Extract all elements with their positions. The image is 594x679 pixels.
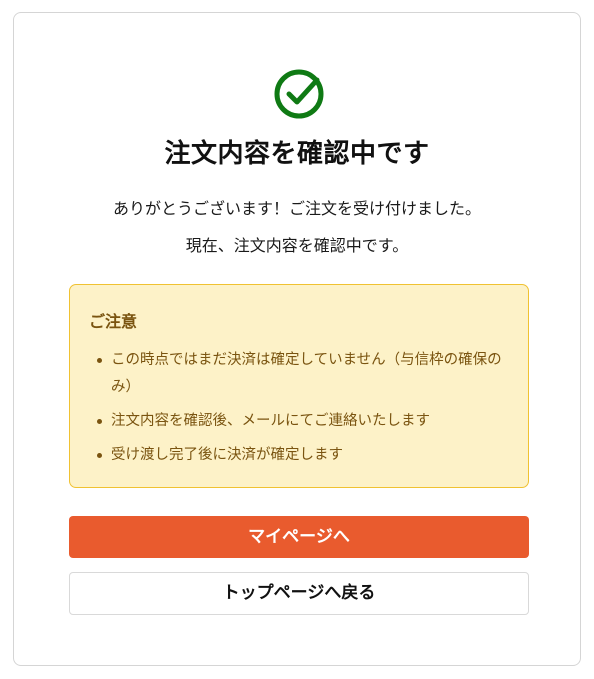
order-confirmation-card: 注文内容を確認中です ありがとうございます！ご注文を受け付けました。 現在、注文… <box>13 12 581 666</box>
notice-item: 受け渡し完了後に決済が確定します <box>70 442 528 469</box>
notice-item: 注文内容を確認後、メールにてご連絡いたします <box>70 408 528 435</box>
notice-item: この時点ではまだ決済は確定していません（与信枠の確保のみ） <box>70 347 528 401</box>
back-to-top-button[interactable]: トップページへ戻る <box>69 572 529 615</box>
status-message: 現在、注文内容を確認中です。 <box>185 236 409 255</box>
notice-box: ご注意 この時点ではまだ決済は確定していません（与信枠の確保のみ） 注文内容を確… <box>69 284 529 488</box>
page-title: 注文内容を確認中です <box>164 139 430 169</box>
notice-list: この時点ではまだ決済は確定していません（与信枠の確保のみ） 注文内容を確認後、メ… <box>70 347 528 476</box>
thank-you-message: ありがとうございます！ご注文を受け付けました。 <box>112 199 481 218</box>
check-circle-icon <box>273 68 325 120</box>
notice-title: ご注意 <box>89 312 138 331</box>
my-page-button[interactable]: マイページへ <box>69 516 529 558</box>
